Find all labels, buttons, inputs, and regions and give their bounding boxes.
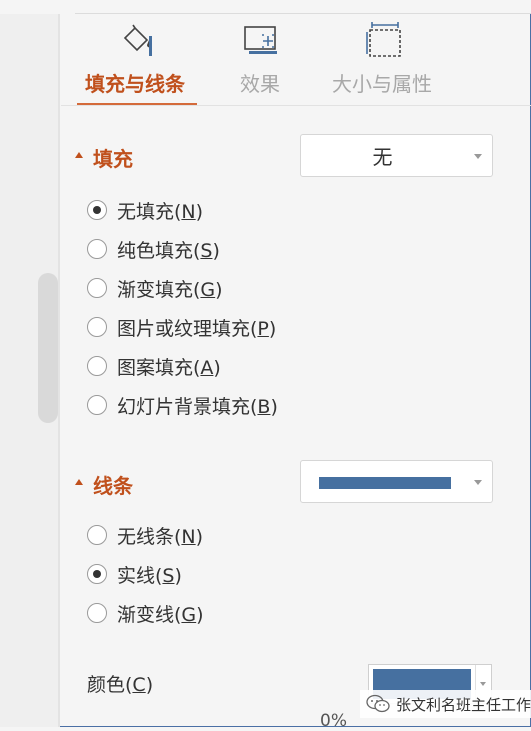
radio-solid-fill[interactable]: 纯色填充(S) bbox=[87, 236, 220, 262]
radio-label: 实线(S) bbox=[117, 564, 182, 587]
fill-dropdown-value: 无 bbox=[372, 145, 393, 169]
chevron-down-icon bbox=[474, 153, 482, 159]
tab-effects[interactable] bbox=[241, 24, 281, 60]
tab-size-properties-label[interactable]: 大小与属性 bbox=[332, 68, 432, 97]
collapse-caret-icon[interactable] bbox=[75, 152, 83, 158]
radio-label: 渐变填充(G) bbox=[117, 278, 223, 301]
watermark: 张文利名班主任工作室 bbox=[360, 690, 531, 718]
gutter-divider bbox=[58, 14, 60, 727]
size-properties-icon bbox=[366, 22, 401, 57]
line-section-title: 线条 bbox=[93, 474, 133, 498]
radio-button[interactable] bbox=[87, 564, 107, 584]
tab-effects-label[interactable]: 效果 bbox=[240, 68, 280, 97]
tab-fill-line[interactable] bbox=[117, 24, 161, 60]
radio-button[interactable] bbox=[87, 239, 107, 259]
radio-button[interactable] bbox=[87, 395, 107, 415]
collapse-caret-icon[interactable] bbox=[75, 479, 83, 485]
line-swatch bbox=[319, 477, 451, 489]
radio-slide-background-fill[interactable]: 幻灯片背景填充(B) bbox=[87, 392, 278, 418]
panel-frame bbox=[0, 0, 531, 727]
radio-button[interactable] bbox=[87, 525, 107, 545]
radio-pattern-fill[interactable]: 图案填充(A) bbox=[87, 353, 221, 379]
fill-section-title: 填充 bbox=[93, 147, 133, 171]
radio-label: 图片或纹理填充(P) bbox=[117, 317, 277, 340]
radio-button[interactable] bbox=[87, 317, 107, 337]
effects-icon bbox=[244, 26, 277, 54]
radio-solid-line[interactable]: 实线(S) bbox=[87, 561, 182, 587]
radio-gradient-fill[interactable]: 渐变填充(G) bbox=[87, 275, 223, 301]
watermark-text: 张文利名班主任工作室 bbox=[396, 695, 531, 714]
radio-button[interactable] bbox=[87, 603, 107, 623]
color-label: 颜色(C) bbox=[87, 674, 154, 696]
radio-label: 无线条(N) bbox=[117, 525, 204, 548]
radio-label: 无填充(N) bbox=[117, 200, 204, 223]
radio-picture-fill[interactable]: 图片或纹理填充(P) bbox=[87, 314, 276, 340]
radio-button[interactable] bbox=[87, 278, 107, 298]
radio-no-fill[interactable]: 无填充(N) bbox=[87, 197, 203, 223]
radio-button[interactable] bbox=[87, 356, 107, 376]
line-style-dropdown[interactable] bbox=[300, 460, 493, 503]
radio-label: 幻灯片背景填充(B) bbox=[117, 395, 278, 418]
fill-dropdown[interactable]: 无 bbox=[300, 134, 493, 177]
chevron-down-icon[interactable] bbox=[480, 682, 486, 686]
radio-no-line[interactable]: 无线条(N) bbox=[87, 522, 203, 548]
tabs-divider bbox=[61, 105, 531, 106]
tab-size-properties[interactable] bbox=[365, 22, 405, 60]
radio-gradient-line[interactable]: 渐变线(G) bbox=[87, 600, 204, 626]
transparency-value: 0% bbox=[320, 711, 347, 731]
radio-label: 纯色填充(S) bbox=[117, 239, 220, 262]
radio-label: 渐变线(G) bbox=[117, 603, 204, 626]
tab-fill-line-label[interactable]: 填充与线条 bbox=[85, 68, 185, 97]
top-strip bbox=[0, 0, 531, 14]
radio-button[interactable] bbox=[87, 200, 107, 220]
fill-line-icon bbox=[123, 24, 152, 56]
scrollbar-thumb[interactable] bbox=[38, 273, 58, 423]
wechat-icon bbox=[366, 694, 390, 713]
chevron-down-icon bbox=[474, 479, 482, 485]
radio-label: 图案填充(A) bbox=[117, 356, 221, 379]
